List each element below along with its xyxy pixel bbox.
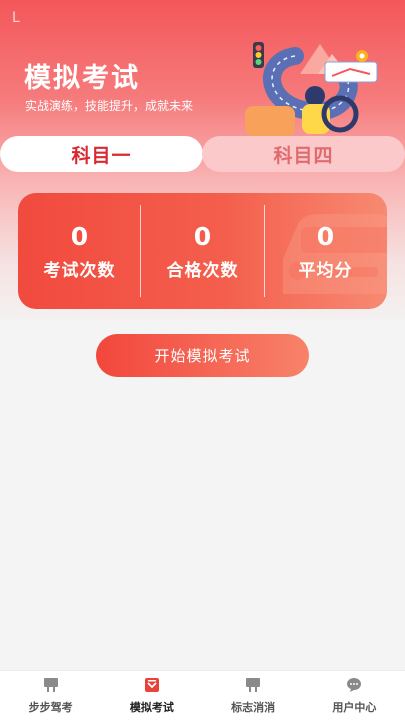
page-title: 模拟考试 [24,63,140,94]
tabbar-label: 步步驾考 [28,701,73,714]
stats-card: 0 考试次数 0 合格次数 0 平均分 [18,193,387,309]
chat-icon [347,678,362,692]
tabbar-item-sign-match[interactable]: 标志消消 [203,671,304,720]
exam-icon [144,678,159,692]
stat-label: 合格次数 [166,260,239,281]
stat-value: 0 [70,221,89,251]
page-subtitle: 实战演练，技能提升，成就未来 [25,99,194,113]
stat-label: 考试次数 [43,260,116,281]
start-exam-button[interactable]: 开始模拟考试 [96,334,309,377]
billboard-icon [246,678,261,692]
corner-mark: L [12,10,20,26]
stat-value: 0 [193,221,212,251]
driving-illustration [245,42,378,136]
tabbar-item-user-center[interactable]: 用户中心 [304,671,405,720]
tabbar-item-mock-exam[interactable]: 模拟考试 [101,671,202,720]
tabbar-label: 模拟考试 [129,701,174,714]
tabbar-label: 用户中心 [332,701,377,714]
bottom-tabbar: 步步驾考 模拟考试 标志消消 用户中心 [0,670,405,720]
tabbar-label: 标志消消 [231,701,276,714]
tab-label: 科目一 [71,144,132,167]
tabbar-item-step-by-step[interactable]: 步步驾考 [0,671,101,720]
tab-subject-four[interactable]: 科目四 [202,136,405,172]
stat-label: 平均分 [298,260,353,281]
tab-label: 科目四 [273,144,334,167]
tab-subject-one[interactable]: 科目一 [0,136,203,172]
stat-exam-count: 0 考试次数 [18,193,141,309]
stat-pass-count: 0 合格次数 [141,193,264,309]
billboard-icon [43,678,58,692]
stat-average-score: 0 平均分 [264,193,387,309]
stat-value: 0 [316,221,335,251]
